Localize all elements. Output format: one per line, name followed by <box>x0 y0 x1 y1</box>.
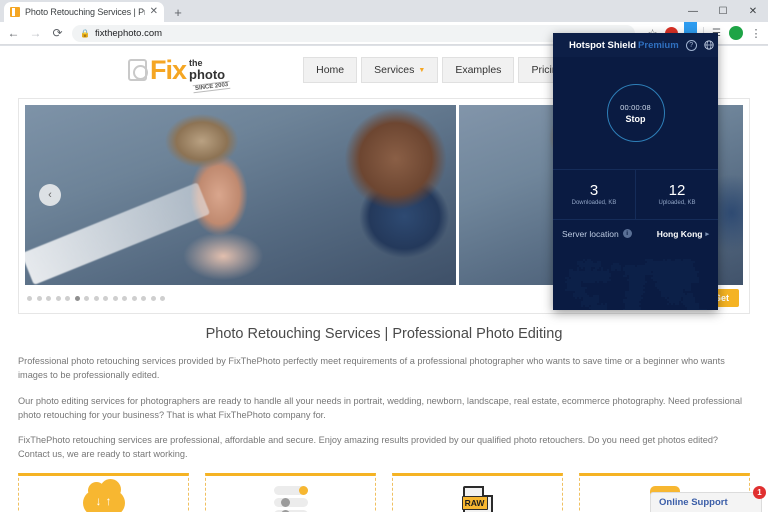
carousel-dot[interactable] <box>103 295 108 301</box>
vpn-connection-status: 00:00:08 Stop <box>553 57 718 169</box>
vpn-brand-premium: Premium <box>638 39 679 51</box>
carousel-slide-before <box>25 105 456 285</box>
feature-card-quick-upload[interactable]: ↓↑ Quick Upload <box>18 472 189 512</box>
online-support-label: Online Support <box>659 497 728 508</box>
chevron-right-icon: ▸ <box>705 230 709 238</box>
carousel-dot[interactable] <box>141 295 146 301</box>
carousel-dot[interactable] <box>93 295 99 301</box>
vpn-brand-name: Hotspot Shield <box>569 39 637 51</box>
carousel-dot[interactable] <box>122 295 127 301</box>
browser-tab[interactable]: Photo Retouching Services | Prof ✕ <box>4 2 164 22</box>
logo-fix-text: Fix <box>150 54 187 85</box>
online-support-widget[interactable]: Online Support 1 <box>650 486 766 512</box>
vpn-server-location[interactable]: Hong Kong ▸ <box>657 229 709 239</box>
nav-item-services[interactable]: Services ▼ <box>361 57 439 83</box>
raw-file-icon: RAW <box>397 485 558 512</box>
carousel-dot[interactable] <box>84 295 89 301</box>
close-window-button[interactable]: ✕ <box>738 0 768 22</box>
vpn-uploaded-label: Uploaded, KB <box>658 200 696 206</box>
logo-since-badge: SINCE 2003 <box>192 81 231 94</box>
camera-icon <box>128 59 148 82</box>
tab-favicon-icon <box>10 7 20 17</box>
carousel-dot[interactable] <box>112 295 118 301</box>
info-icon[interactable]: i <box>622 229 632 238</box>
logo-photo-text: photo <box>189 67 226 83</box>
site-logo[interactable]: Fix the photo SINCE 2003 <box>128 54 231 94</box>
nav-item-home[interactable]: Home <box>303 57 358 83</box>
toggle-list-icon <box>210 486 371 512</box>
url-text: fixthephoto.com <box>94 27 163 39</box>
vpn-server-label: Server location <box>562 228 619 239</box>
cloud-upload-icon: ↓ ↑ <box>23 478 184 512</box>
vpn-location-name: Hong Kong <box>656 228 703 239</box>
nav-label-home: Home <box>316 64 345 76</box>
vpn-stat-downloaded: 3 Downloaded, KB <box>553 170 635 219</box>
tab-close-icon[interactable]: ✕ <box>150 7 158 17</box>
support-unread-badge: 1 <box>753 486 766 499</box>
help-icon[interactable]: ? <box>685 39 697 51</box>
carousel-dot[interactable] <box>65 295 70 301</box>
logo-wordmark: the photo SINCE 2003 <box>189 59 231 94</box>
page-title: Photo Retouching Services | Professional… <box>205 326 563 342</box>
carousel-dot[interactable] <box>27 295 32 301</box>
tab-strip: Photo Retouching Services | Prof ✕ + — ☐… <box>0 0 768 22</box>
carousel-dot[interactable] <box>74 295 80 301</box>
carousel-dot[interactable] <box>150 295 156 301</box>
browser-window: Photo Retouching Services | Prof ✕ + — ☐… <box>0 0 768 512</box>
carousel-dot[interactable] <box>36 295 42 301</box>
vpn-downloaded-value: 3 <box>589 182 599 199</box>
address-bar[interactable]: 🔒 fixthephoto.com <box>72 24 635 42</box>
feature-card-raw-supported[interactable]: RAW RAW supported <box>392 472 563 512</box>
article-section: Photo Retouching Services | Professional… <box>0 314 768 462</box>
window-controls: — ☐ ✕ <box>678 0 768 22</box>
article-paragraph-3: FixThePhoto retouching services are prof… <box>18 435 719 460</box>
globe-glyph <box>704 40 714 50</box>
vpn-downloaded-label: Downloaded, KB <box>571 200 617 206</box>
carousel-dots[interactable] <box>27 295 165 301</box>
back-icon[interactable]: ← <box>6 26 21 41</box>
hotspot-shield-panel: Hotspot Shield Premium ? 00:00:08 Stop 3 … <box>553 33 718 310</box>
globe-icon[interactable] <box>704 40 715 51</box>
nav-label-examples: Examples <box>455 64 502 76</box>
nav-item-examples[interactable]: Examples <box>442 57 515 83</box>
vpn-session-timer: 00:00:08 <box>620 102 651 112</box>
article-paragraph-1: Professional photo retouching services p… <box>18 356 725 381</box>
world-map-dots <box>565 259 707 310</box>
carousel-dot[interactable] <box>55 295 61 301</box>
vpn-stat-uploaded: 12 Uploaded, KB <box>635 170 718 219</box>
article-paragraph-2: Our photo editing services for photograp… <box>18 395 743 420</box>
tab-title: Photo Retouching Services | Prof <box>25 7 145 17</box>
profile-avatar[interactable] <box>729 26 743 40</box>
vpn-uploaded-value: 12 <box>668 182 686 199</box>
maximize-button[interactable]: ☐ <box>708 0 738 22</box>
vpn-header: Hotspot Shield Premium ? <box>553 33 718 57</box>
new-tab-button[interactable]: + <box>168 2 188 22</box>
vpn-server-row[interactable]: Server location i Hong Kong ▸ <box>553 219 718 247</box>
vpn-stop-label: Stop <box>625 113 646 124</box>
minimize-button[interactable]: — <box>678 0 708 22</box>
nav-label-services: Services <box>374 64 415 76</box>
carousel-dot[interactable] <box>131 295 137 301</box>
carousel-dot[interactable] <box>46 295 51 301</box>
lock-icon: 🔒 <box>80 28 90 38</box>
feature-card-customer-style[interactable]: Customer style <box>205 472 376 512</box>
carousel-prev-button[interactable]: ‹ <box>39 184 61 206</box>
vpn-brand: Hotspot Shield Premium <box>569 40 679 51</box>
raw-badge-text: RAW <box>461 495 488 510</box>
vpn-statistics: 3 Downloaded, KB 12 Uploaded, KB <box>553 169 718 219</box>
reload-icon[interactable]: ⟳ <box>50 26 65 41</box>
vpn-stop-button[interactable]: 00:00:08 Stop <box>606 84 665 142</box>
forward-icon[interactable]: → <box>28 26 43 41</box>
vpn-world-map <box>553 247 718 310</box>
chevron-down-icon: ▼ <box>418 66 426 74</box>
browser-menu-icon[interactable]: ⋮ <box>749 27 762 40</box>
carousel-dot[interactable] <box>160 295 165 301</box>
